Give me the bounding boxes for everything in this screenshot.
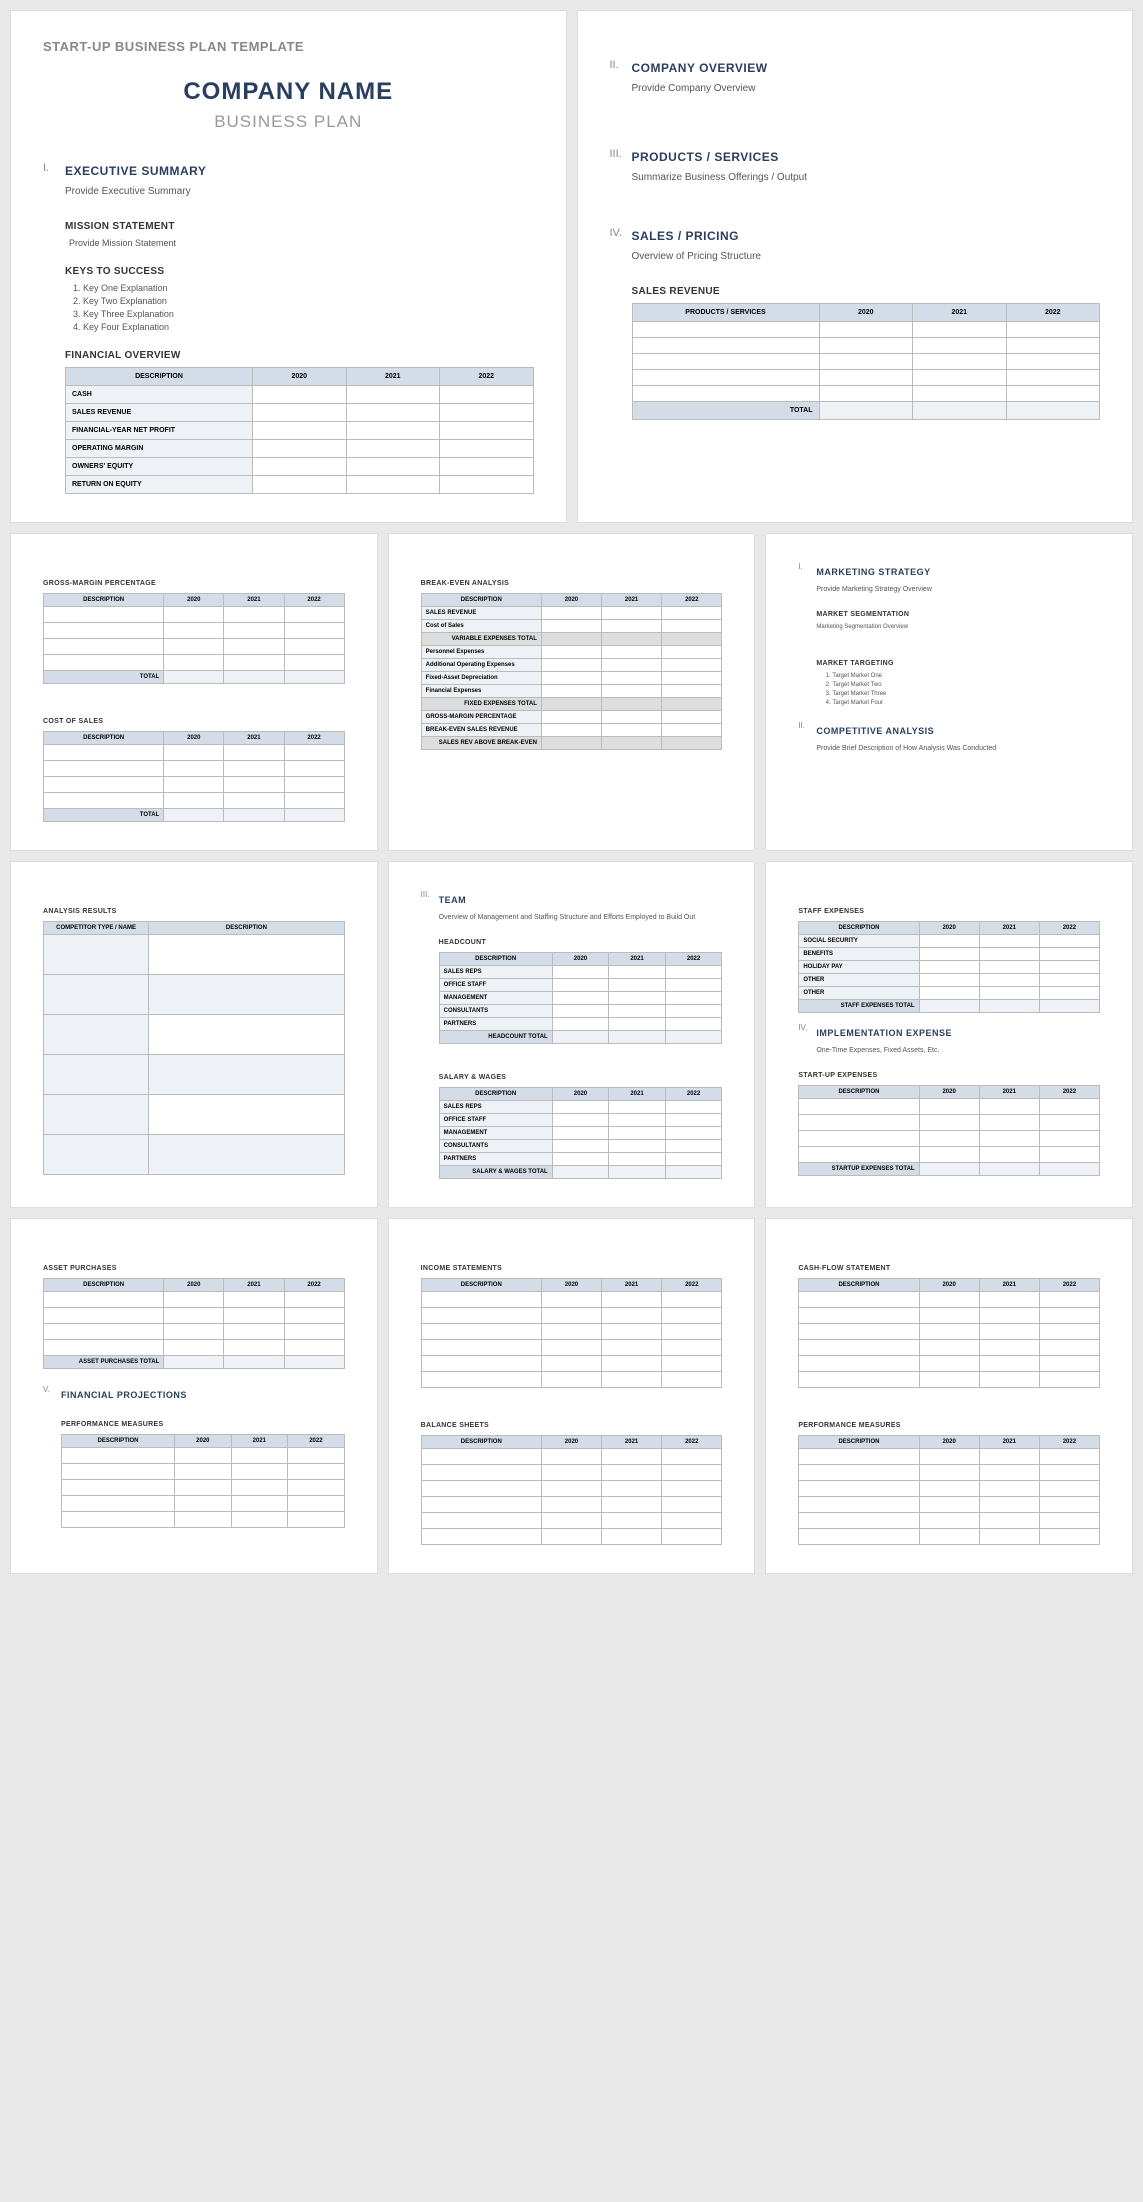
page-4: BREAK-EVEN ANALYSIS DESCRIPTION202020212… — [388, 533, 756, 851]
pm-table: DESCRIPTION202020212022 — [61, 1434, 345, 1528]
key-item: Key Four Explanation — [83, 322, 534, 332]
page-2: II.COMPANY OVERVIEW Provide Company Over… — [577, 10, 1134, 523]
section-heading: EXECUTIVE SUMMARY — [65, 164, 206, 178]
pm2-table: DESCRIPTION202020212022 — [798, 1435, 1100, 1545]
page-row-3: ANALYSIS RESULTS COMPETITOR TYPE / NAMED… — [10, 861, 1133, 1208]
key-item: Key One Explanation — [83, 283, 534, 293]
page-7: III.TEAMOverview of Management and Staff… — [388, 861, 756, 1208]
key-item: Key Three Explanation — [83, 309, 534, 319]
cfs-table: DESCRIPTION202020212022 — [798, 1278, 1100, 1388]
sue-table: DESCRIPTION202020212022 STARTUP EXPENSES… — [798, 1085, 1100, 1176]
finov-table: DESCRIPTION202020212022 CASH SALES REVEN… — [65, 367, 534, 494]
salesrev-heading: SALES REVENUE — [632, 286, 1101, 297]
section-company-overview: II.COMPANY OVERVIEW Provide Company Over… — [610, 59, 1101, 94]
section-sales-pricing: IV.SALES / PRICING Overview of Pricing S… — [610, 227, 1101, 262]
template-title: START-UP BUSINESS PLAN TEMPLATE — [43, 39, 534, 54]
section-number: I. — [43, 162, 65, 174]
section-exec-summary: I.EXECUTIVE SUMMARY Provide Executive Su… — [43, 162, 534, 197]
mission-body: Provide Mission Statement — [69, 238, 534, 248]
keys-heading: KEYS TO SUCCESS — [65, 266, 534, 277]
bs-table: DESCRIPTION202020212022 — [421, 1435, 723, 1545]
page-9: ASSET PURCHASES DESCRIPTION202020212022 … — [10, 1218, 378, 1574]
business-plan-label: BUSINESS PLAN — [43, 112, 534, 132]
finov-heading: FINANCIAL OVERVIEW — [65, 350, 534, 361]
hc-table: DESCRIPTION202020212022 SALES REPS OFFIC… — [439, 952, 723, 1044]
sw-table: DESCRIPTION202020212022 SALES REPS OFFIC… — [439, 1087, 723, 1179]
page-10: INCOME STATEMENTS DESCRIPTION20202021202… — [388, 1218, 756, 1574]
ar-table: COMPETITOR TYPE / NAMEDESCRIPTION — [43, 921, 345, 1175]
cos-table: DESCRIPTION202020212022 TOTAL — [43, 731, 345, 822]
page-6: ANALYSIS RESULTS COMPETITOR TYPE / NAMED… — [10, 861, 378, 1208]
page-1: START-UP BUSINESS PLAN TEMPLATE COMPANY … — [10, 10, 567, 523]
page-5: I.MARKETING STRATEGYProvide Marketing St… — [765, 533, 1133, 851]
page-row-1: START-UP BUSINESS PLAN TEMPLATE COMPANY … — [10, 10, 1133, 523]
mission-heading: MISSION STATEMENT — [65, 221, 534, 232]
page-row-4: ASSET PURCHASES DESCRIPTION202020212022 … — [10, 1218, 1133, 1574]
bea-table: DESCRIPTION202020212022 SALES REVENUE Co… — [421, 593, 723, 750]
se-table: DESCRIPTION202020212022 SOCIAL SECURITY … — [798, 921, 1100, 1013]
section-products: III.PRODUCTS / SERVICES Summarize Busine… — [610, 148, 1101, 183]
page-8: STAFF EXPENSES DESCRIPTION202020212022 S… — [765, 861, 1133, 1208]
section-body: Provide Executive Summary — [65, 186, 534, 197]
page-3: GROSS-MARGIN PERCENTAGE DESCRIPTION20202… — [10, 533, 378, 851]
page-row-2: GROSS-MARGIN PERCENTAGE DESCRIPTION20202… — [10, 533, 1133, 851]
company-name: COMPANY NAME — [43, 78, 534, 106]
keys-list: Key One Explanation Key Two Explanation … — [83, 283, 534, 332]
key-item: Key Two Explanation — [83, 296, 534, 306]
page-11: CASH-FLOW STATEMENT DESCRIPTION202020212… — [765, 1218, 1133, 1574]
gmp-table: DESCRIPTION202020212022 TOTAL — [43, 593, 345, 684]
is-table: DESCRIPTION202020212022 — [421, 1278, 723, 1388]
salesrev-table: PRODUCTS / SERVICES202020212022 TOTAL — [632, 303, 1101, 420]
ap-table: DESCRIPTION202020212022 ASSET PURCHASES … — [43, 1278, 345, 1369]
